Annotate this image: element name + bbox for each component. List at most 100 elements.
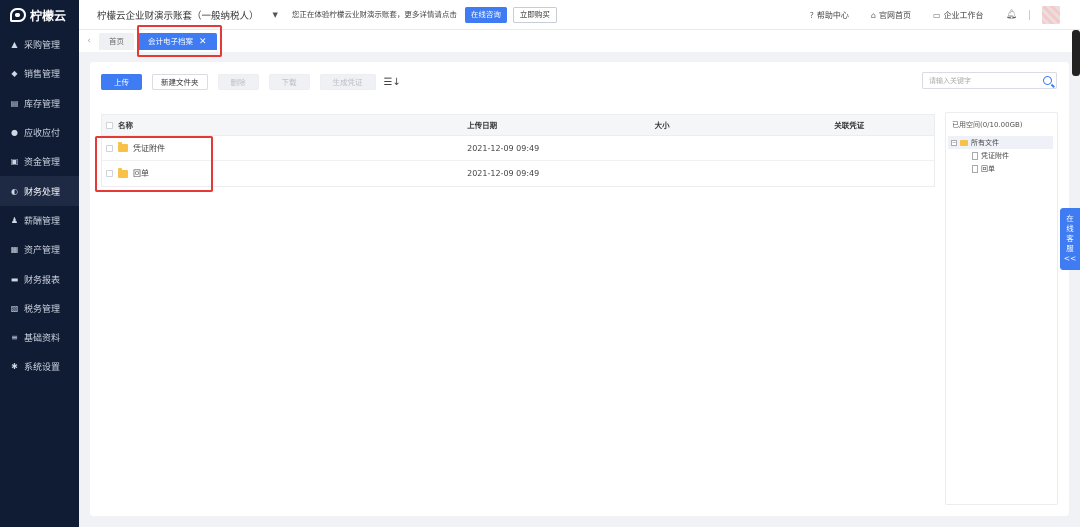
tree-root[interactable]: − 所有文件 xyxy=(948,136,1053,149)
person-money-icon: ♟ xyxy=(10,215,19,225)
service-char: 线 xyxy=(1066,224,1074,233)
tag-icon: ◆ xyxy=(11,69,18,79)
help-circle-icon: ? xyxy=(809,10,814,20)
service-char: 在 xyxy=(1066,214,1074,223)
official-home-label: 官网首页 xyxy=(879,10,911,20)
sidebar-item-label: 采购管理 xyxy=(24,41,61,52)
official-home-link[interactable]: ⌂ 官网首页 xyxy=(871,10,911,21)
company-name[interactable]: 柠檬云企业财演示账套（一般纳税人） xyxy=(97,8,259,22)
col-date[interactable]: 上传日期 xyxy=(465,120,655,131)
tree-node[interactable]: 回单 xyxy=(946,162,1057,175)
tree-node-label: 凭证附件 xyxy=(981,151,1009,160)
file-table: 名称 上传日期 大小 关联凭证 凭证附件 2021-12-09 09:49 回单… xyxy=(101,114,935,187)
folder-name[interactable]: 凭证附件 xyxy=(133,143,165,154)
avatar[interactable] xyxy=(1042,6,1060,24)
tree-node[interactable]: 凭证附件 xyxy=(946,149,1057,162)
folder-tree: − 所有文件 凭证附件 回单 xyxy=(946,136,1057,175)
table-row[interactable]: 凭证附件 2021-12-09 09:49 xyxy=(102,136,934,161)
sidebar-item[interactable]: ▦ 资产管理 xyxy=(0,235,79,264)
download-button[interactable]: 下载 xyxy=(268,74,310,90)
sidebar-item[interactable]: ♟ 薪酬管理 xyxy=(0,206,79,235)
select-all-checkbox[interactable] xyxy=(106,121,113,129)
sidebar-item[interactable]: ▣ 资金管理 xyxy=(0,147,79,176)
report-icon: ▬ xyxy=(10,274,19,284)
col-voucher: 关联凭证 xyxy=(834,120,865,130)
sidebar-item[interactable]: ✱ 系统设置 xyxy=(0,352,79,381)
cell-name: 凭证附件 xyxy=(102,142,465,154)
main-panel: 上传 新建文件夹 删除 下载 生成凭证 ☰↓ 名称 上传日期 大小 关联凭证 凭… xyxy=(90,62,1069,516)
workbench-label: 企业工作台 xyxy=(943,10,984,20)
toolbar: 上传 新建文件夹 删除 下载 生成凭证 ☰↓ xyxy=(101,73,401,91)
sidebar-item-label: 税务管理 xyxy=(24,304,61,315)
cell-date: 2021-12-09 09:49 xyxy=(467,169,540,178)
col-name: 名称 xyxy=(102,120,465,131)
divider xyxy=(1029,10,1030,20)
upload-button[interactable]: 上传 xyxy=(101,74,142,90)
sidebar-item-label: 系统设置 xyxy=(24,363,61,374)
sidebar-item-label: 财务报表 xyxy=(24,275,61,286)
cell-name: 回单 xyxy=(102,167,465,179)
tree-root-label: 所有文件 xyxy=(971,138,999,147)
storage-usage: 已用空间(0/10.00GB) xyxy=(952,121,1023,129)
database-icon: ≡ xyxy=(11,333,18,343)
sidebar-item-label: 库存管理 xyxy=(24,99,61,110)
top-bar: 柠檬云企业财演示账套（一般纳税人） ▼ 您正在体验柠檬云业财演示账套，更多详情请… xyxy=(79,0,1080,30)
online-service-button[interactable]: 在 线 客 服 << xyxy=(1060,208,1080,270)
brand-logo[interactable]: 柠檬云 xyxy=(0,0,79,30)
gear-icon: ✱ xyxy=(11,362,18,372)
tax-icon: ▧ xyxy=(10,303,19,313)
search-input[interactable] xyxy=(929,76,1039,85)
wallet-icon: ▣ xyxy=(10,157,19,167)
search-icon[interactable] xyxy=(1043,76,1052,85)
finance-icon: ◐ xyxy=(11,186,18,196)
search-box xyxy=(922,72,1057,89)
storage-panel: 已用空间(0/10.00GB) − 所有文件 凭证附件 回单 xyxy=(945,112,1058,505)
sidebar-item[interactable]: ▲ 采购管理 xyxy=(0,30,79,59)
help-center-label: 帮助中心 xyxy=(816,10,849,20)
tab-accounting-archive[interactable]: 会计电子档案 ✕ xyxy=(138,33,217,50)
tab-home[interactable]: 首页 xyxy=(99,33,134,50)
help-center-link[interactable]: ? 帮助中心 xyxy=(810,10,849,21)
folder-icon xyxy=(960,139,968,146)
asset-icon: ▦ xyxy=(10,245,19,255)
sort-icon[interactable]: ☰↓ xyxy=(384,77,401,88)
sidebar-item-label: 销售管理 xyxy=(24,70,61,81)
top-right-links: ? 帮助中心 ⌂ 官网首页 ▭ 企业工作台 🔔︎ xyxy=(810,0,1080,30)
sidebar-item-label: 应收应付 xyxy=(24,129,61,140)
bell-icon[interactable]: 🔔︎ xyxy=(1006,10,1017,20)
row-checkbox[interactable] xyxy=(106,144,113,152)
sidebar-item[interactable]: ≡ 基础资料 xyxy=(0,323,79,352)
scrollbar[interactable] xyxy=(1072,30,1080,76)
sidebar-item[interactable]: ◐ 财务处理 xyxy=(0,176,79,206)
sidebar: 柠檬云 ▲ 采购管理 ◆ 销售管理 ▤ 库存管理 ● 应收应付 ▣ 资金管理 ◐ 财务处理 ♟ 薪酬管理 ▦… xyxy=(0,0,79,527)
collapse-icon[interactable]: − xyxy=(951,139,957,146)
table-row[interactable]: 回单 2021-12-09 09:49 xyxy=(102,161,934,186)
sidebar-item[interactable]: ● 应收应付 xyxy=(0,118,79,147)
lemon-logo-icon xyxy=(10,8,26,22)
tree-node-label: 回单 xyxy=(981,164,995,173)
sidebar-item[interactable]: ▬ 财务报表 xyxy=(0,264,79,293)
sidebar-item[interactable]: ◆ 销售管理 xyxy=(0,59,79,88)
chevron-left-icon[interactable]: ‹ xyxy=(83,30,95,52)
folder-icon xyxy=(118,167,128,178)
folder-name[interactable]: 回单 xyxy=(133,168,149,179)
buy-now-button[interactable]: 立即购买 xyxy=(512,6,557,23)
service-char: 客 xyxy=(1066,234,1074,243)
sidebar-item[interactable]: ▤ 库存管理 xyxy=(0,89,79,118)
monitor-icon: ▭ xyxy=(933,10,941,20)
row-checkbox[interactable] xyxy=(106,170,113,177)
trial-notice: 您正在体验柠檬云业财演示账套，更多详情请点击 xyxy=(291,10,457,19)
online-consult-button[interactable]: 在线咨询 xyxy=(464,6,507,23)
close-icon[interactable]: ✕ xyxy=(199,37,207,47)
chevron-down-icon[interactable]: ▼ xyxy=(273,11,278,19)
coin-icon: ● xyxy=(11,128,18,138)
delete-button[interactable]: 删除 xyxy=(217,74,259,90)
new-folder-button[interactable]: 新建文件夹 xyxy=(152,74,208,90)
document-icon xyxy=(972,164,978,173)
col-size[interactable]: 大小 xyxy=(655,120,835,131)
generate-voucher-button[interactable]: 生成凭证 xyxy=(319,74,376,90)
tab-label: 会计电子档案 xyxy=(148,37,193,46)
workbench-link[interactable]: ▭ 企业工作台 xyxy=(933,10,984,21)
sidebar-item[interactable]: ▧ 税务管理 xyxy=(0,294,79,323)
expand-icon: << xyxy=(1063,254,1077,263)
